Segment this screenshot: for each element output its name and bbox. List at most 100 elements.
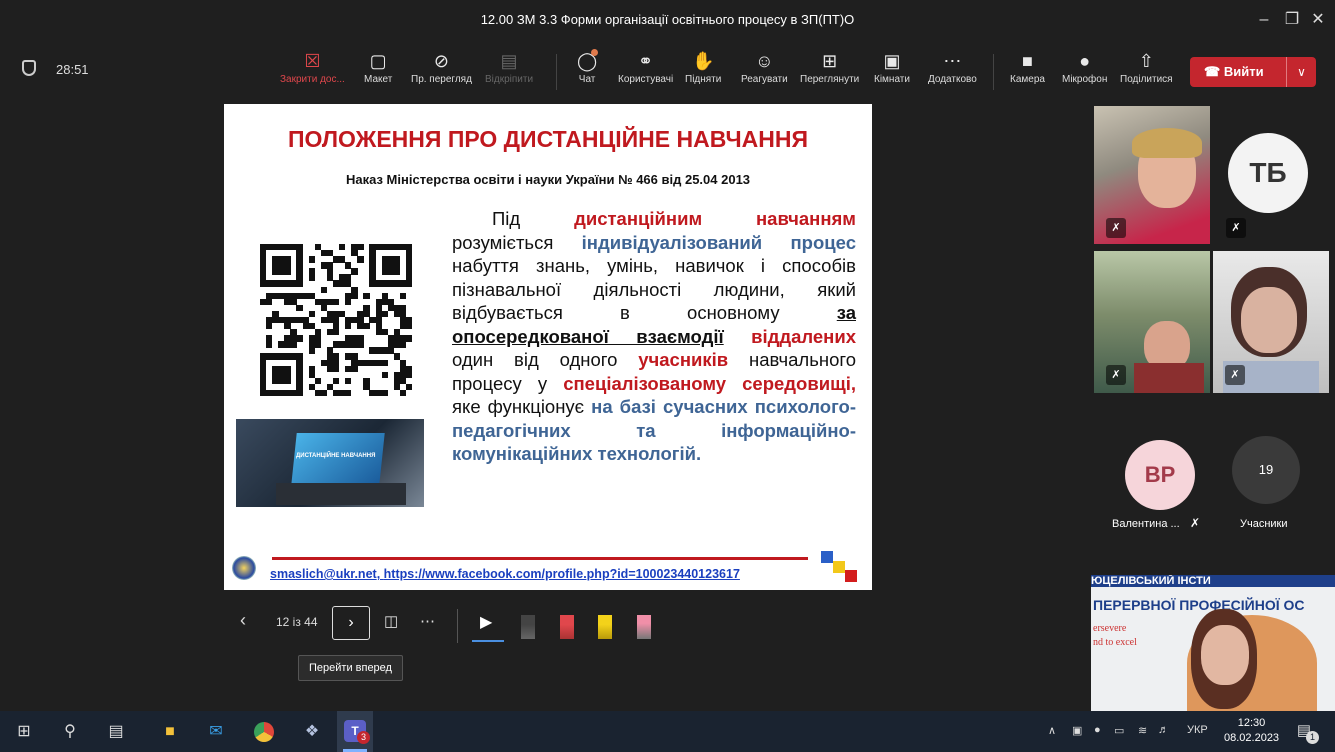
qr-module	[332, 365, 340, 372]
participants-count[interactable]: 19	[1232, 436, 1300, 504]
text-span: дистанційним навчанням	[574, 208, 856, 229]
file-explorer-icon[interactable]: ■	[158, 720, 182, 744]
qr-module	[308, 256, 315, 263]
text-span: учасників	[638, 349, 729, 370]
qr-module	[332, 377, 340, 385]
facebook-link[interactable]: https://www.facebook.com/profile.php?id=…	[384, 567, 740, 581]
text-span: яке функціонує	[452, 396, 592, 417]
view-icon: ⊞	[822, 51, 838, 71]
mail-icon[interactable]: ✉	[204, 720, 228, 744]
meet-now-icon[interactable]: ▣	[1072, 724, 1082, 737]
layout-button[interactable]: ▢ Макет	[364, 48, 392, 85]
laptop-photo: ДИСТАНЦІЙНЕ НАВЧАННЯ	[236, 419, 424, 507]
qr-module	[308, 310, 315, 318]
qr-module	[290, 341, 297, 348]
raise-hand-button[interactable]: ✋ Підняти	[685, 48, 721, 85]
volume-icon[interactable]: ♬	[1158, 724, 1169, 736]
pointer-tool-icon[interactable]: ▶	[480, 612, 492, 632]
email-link[interactable]: smaslich@ukr.net	[270, 567, 377, 581]
task-view-icon[interactable]: ▤	[104, 720, 128, 744]
active-tool-indicator	[472, 640, 504, 642]
preview-button[interactable]: ⊘ Пр. перегляд	[411, 48, 472, 85]
slides-grid-icon[interactable]: ◫	[384, 612, 398, 630]
participant-video-2[interactable]: ✗	[1094, 251, 1210, 393]
avatar-vr[interactable]: ВР	[1125, 440, 1195, 510]
rooms-button[interactable]: ▣ Кімнати	[874, 48, 910, 85]
close-icon[interactable]: ✕	[1306, 8, 1330, 32]
eraser-icon[interactable]	[637, 615, 651, 639]
window-title: 12.00 ЗМ 3.3 Форми організації освітньог…	[480, 12, 855, 27]
highlighter-icon[interactable]	[598, 615, 612, 639]
unpin-icon: ▤	[500, 51, 518, 71]
meeting-timer: 28:51	[56, 62, 89, 77]
qr-module	[284, 268, 291, 275]
institute-logo	[232, 556, 256, 580]
footer-links[interactable]: smaslich@ukr.net, https://www.facebook.c…	[270, 567, 740, 581]
react-button[interactable]: ☺ Реагувати	[741, 48, 788, 85]
tray-mic-icon[interactable]: ●	[1094, 724, 1101, 736]
smile-icon: ☺	[755, 51, 774, 71]
mic-off-icon: ✗	[1226, 218, 1246, 238]
text-span: набуття знань, умінь, навичок і способів…	[452, 255, 856, 323]
qr-module	[332, 298, 340, 306]
mic-off-icon: ✗	[1225, 365, 1245, 385]
maximize-icon[interactable]: ❐	[1280, 8, 1304, 32]
rooms-icon: ▣	[883, 51, 901, 71]
share-button[interactable]: ⇧ Поділитися	[1120, 48, 1173, 85]
mic-button[interactable]: ● Мікрофон	[1062, 48, 1107, 85]
banner-slogan-2: nd to excel	[1093, 637, 1137, 648]
chevron-down-icon[interactable]: ∨	[1286, 57, 1316, 87]
shield-icon	[22, 60, 36, 76]
language-indicator[interactable]: УКР	[1187, 724, 1208, 736]
qr-module	[399, 292, 407, 299]
participant-video-4[interactable]: ЮЦЕЛІВСЬКИЙ ІНСТИ ПЕРЕРВНОЇ ПРОФЕСІЙНОЇ …	[1091, 575, 1335, 711]
participant-video-1[interactable]: ✗	[1094, 106, 1210, 244]
text-span: спеціалізованому середовищі,	[563, 372, 856, 394]
mic-off-icon: ✗	[1106, 218, 1126, 238]
slide-body-text: Під дистанційним навчанням розуміється і…	[452, 207, 856, 466]
windows-start-icon[interactable]: ⊞	[12, 720, 36, 744]
slide-counter: 12 із 44	[276, 615, 318, 629]
shared-slide: ПОЛОЖЕННЯ ПРО ДИСТАНЦІЙНЕ НАВЧАННЯ Наказ…	[224, 104, 872, 590]
leave-button[interactable]: ☎ Вийти ∨	[1190, 57, 1316, 87]
qr-module	[296, 335, 303, 342]
view-button[interactable]: ⊞ Переглянути	[800, 48, 859, 85]
avatar-tb[interactable]: ТБ	[1228, 133, 1308, 213]
pen-red-icon[interactable]	[560, 615, 574, 639]
show-hidden-icons[interactable]: ∧	[1048, 724, 1056, 737]
qr-module	[308, 274, 315, 281]
people-button[interactable]: ⚭ Користувачі	[618, 48, 673, 85]
battery-icon[interactable]: ▭	[1114, 724, 1124, 737]
search-icon[interactable]: ⚲	[58, 720, 82, 744]
text-span: один від одного	[452, 349, 639, 370]
chrome-icon[interactable]	[252, 720, 276, 744]
chat-notification-dot	[591, 49, 598, 56]
teams-taskbar-item[interactable]: T 3	[337, 711, 373, 752]
paint-icon[interactable]: ❖	[300, 720, 324, 744]
more-button[interactable]: ⋯ Додатково	[928, 48, 977, 85]
system-clock[interactable]: 12:30 08.02.2023	[1224, 716, 1279, 746]
qr-module	[345, 377, 352, 385]
qr-module	[296, 280, 303, 287]
qr-module	[284, 377, 291, 385]
qr-module	[308, 347, 315, 354]
wifi-icon[interactable]: ≋	[1138, 724, 1147, 737]
qr-module	[381, 359, 388, 366]
minimize-icon[interactable]: –	[1252, 8, 1276, 32]
next-slide-button[interactable]: ›	[332, 606, 370, 640]
stop-sharing-button[interactable]: ☒ Закрити дос...	[280, 48, 345, 85]
qr-module	[332, 329, 340, 336]
qr-module	[314, 377, 322, 385]
unpin-button[interactable]: ▤ Відкріпити	[485, 48, 533, 85]
slide-title: ПОЛОЖЕННЯ ПРО ДИСТАНЦІЙНЕ НАВЧАННЯ	[287, 126, 808, 152]
previous-slide-button[interactable]: ‹	[240, 610, 246, 631]
qr-module	[405, 383, 413, 391]
camera-button[interactable]: ■ Камера	[1010, 48, 1045, 85]
qr-module	[266, 298, 273, 306]
pen-black-icon[interactable]	[521, 615, 535, 639]
deco-square-blue	[821, 551, 833, 563]
eye-off-icon: ⊘	[433, 51, 449, 71]
toolbar-divider	[556, 54, 557, 90]
participant-video-3[interactable]: ✗	[1213, 251, 1329, 393]
more-options-icon[interactable]: ⋯	[420, 612, 435, 630]
